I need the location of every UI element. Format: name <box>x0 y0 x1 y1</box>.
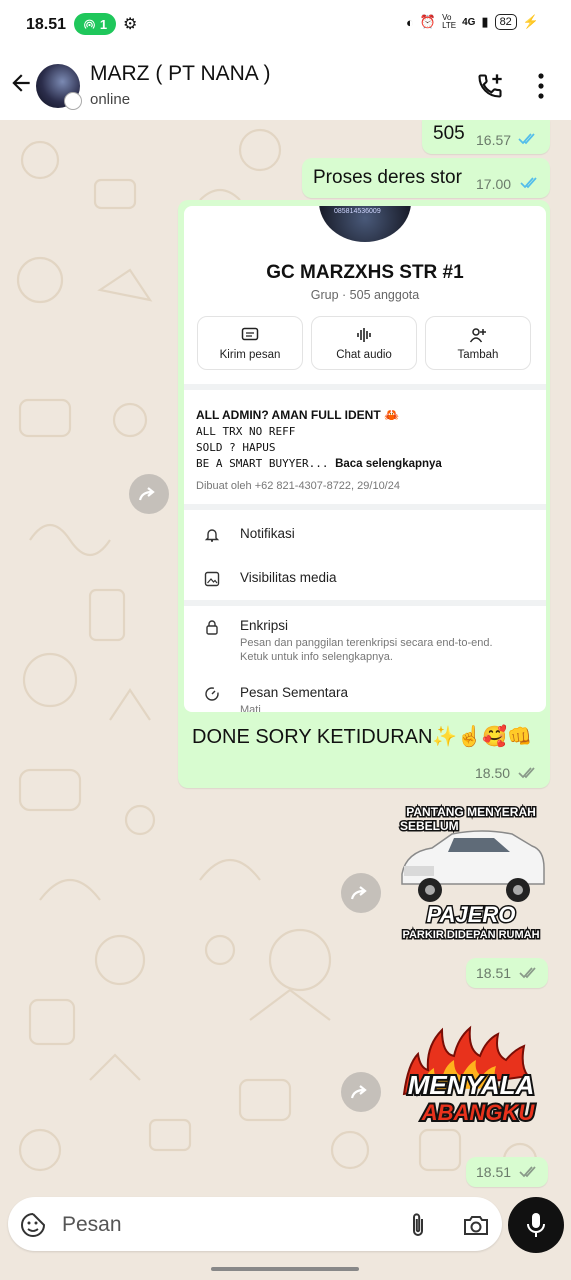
sticker-image: PANTANG MENYERAH SEBELUM PAJERO PARKIR D… <box>399 804 545 943</box>
encryption-subtext: Ketuk untuk info selengkapnya. <box>240 651 393 663</box>
disappearing-subtext: Mati <box>240 704 261 712</box>
alarm-icon: ⏰ <box>419 14 437 29</box>
sticker-menyala[interactable]: MENYALA ABANGKU <box>394 1024 548 1136</box>
double-tick-icon <box>520 177 537 189</box>
message-time: 17.00 <box>476 176 512 192</box>
mic-icon <box>527 1213 545 1237</box>
double-tick-icon <box>519 967 536 979</box>
sticker-text: MENYALA <box>408 1070 535 1100</box>
message-text: 505 <box>433 123 465 144</box>
message-time: 18.51 <box>476 965 512 981</box>
action-label: Tambah <box>457 349 499 361</box>
hotspot-icon <box>84 19 95 29</box>
audio-chat-action[interactable]: Chat audio <box>311 316 417 370</box>
message-time-pill: 18.51 <box>466 1157 548 1187</box>
settings-gear-icon: ⚙ <box>123 16 138 33</box>
message-input-bar <box>8 1197 502 1251</box>
group-subtitle: Grup · 505 anggota <box>310 288 420 302</box>
charging-icon: ⚡ <box>522 14 539 29</box>
description-line: SOLD ? HAPUS <box>196 441 276 454</box>
read-more-link[interactable]: Baca selengkapnya <box>335 458 442 470</box>
double-tick-icon <box>518 767 535 779</box>
forward-icon <box>350 1085 367 1099</box>
forward-button[interactable] <box>129 474 169 514</box>
double-tick-icon <box>518 133 535 145</box>
created-by: Dibuat oleh +62 821-4307-8722, 29/10/24 <box>196 480 400 492</box>
status-right: ◐ ⏰ Vo LTE 4G ▮ 82 ⚡ <box>406 14 539 30</box>
double-tick-icon <box>519 1166 536 1178</box>
message-icon <box>241 327 259 341</box>
network-label: 4G <box>462 16 476 28</box>
add-person-icon <box>469 328 486 343</box>
forward-button[interactable] <box>341 873 381 913</box>
sticker-pajero[interactable]: PANTANG MENYERAH SEBELUM PAJERO PARKIR D… <box>394 804 548 943</box>
encryption-subtext: Pesan dan panggilan terenkripsi secara e… <box>240 637 493 649</box>
sticker-text: ABANGKU <box>421 1100 536 1125</box>
action-label: Chat audio <box>336 349 392 361</box>
contact-status: online <box>90 91 131 108</box>
forward-icon <box>138 487 155 501</box>
sticker-text: SEBELUM <box>400 819 459 833</box>
message-text: DONE SORY KETIDURAN✨☝️🥰👊 <box>192 726 533 748</box>
sticker-image: MENYALA ABANGKU <box>402 1025 537 1127</box>
sticker-brand: PAJERO <box>427 902 516 927</box>
add-member-action[interactable]: Tambah <box>425 316 531 370</box>
hotspot-count: 1 <box>99 16 108 32</box>
signal-icon: ▮ <box>481 14 489 29</box>
message-time-pill: 18.51 <box>466 958 548 988</box>
chat-area[interactable]: 505 16.57 Proses deres stor 17.00 085814… <box>0 120 571 1196</box>
description-line: ALL TRX NO REFF <box>196 425 296 438</box>
more-vert-icon[interactable] <box>534 72 548 100</box>
message-time: 18.51 <box>476 1164 512 1180</box>
media-visibility-row[interactable]: Visibilitas media <box>240 570 337 585</box>
divider <box>184 600 546 606</box>
sticker-icon[interactable] <box>20 1212 46 1238</box>
send-message-action[interactable]: Kirim pesan <box>197 316 303 370</box>
lock-icon <box>206 620 218 635</box>
chat-header: MARZ ( PT NANA ) online <box>0 48 571 120</box>
image-icon <box>204 571 220 587</box>
message-time: 16.57 <box>476 132 512 148</box>
gesture-nav-handle[interactable] <box>211 1267 359 1271</box>
contact-name[interactable]: MARZ ( PT NANA ) <box>90 62 270 86</box>
divider <box>184 384 546 390</box>
message-text: Proses deres stor <box>313 167 462 188</box>
sticker-text: PARKIR DIDEPAN RUMAH <box>402 929 539 940</box>
battery-level: 82 <box>494 14 517 30</box>
bell-icon <box>204 529 220 542</box>
forward-button[interactable] <box>341 1072 381 1112</box>
action-label: Kirim pesan <box>219 349 281 361</box>
message-input[interactable] <box>60 1205 394 1245</box>
attach-icon[interactable] <box>406 1211 430 1239</box>
status-time: 18.51 <box>26 16 67 33</box>
group-photo-text: 085814536009 <box>334 208 381 215</box>
description-line: BE A SMART BUYYER... Baca selengkapnya <box>196 457 442 470</box>
timer-icon <box>205 687 219 701</box>
encryption-row[interactable]: Enkripsi <box>240 618 288 633</box>
add-call-icon[interactable] <box>476 72 504 100</box>
hotspot-pill: 1 <box>74 13 116 35</box>
divider <box>184 504 546 510</box>
message-bubble[interactable]: Proses deres stor 17.00 <box>302 158 550 198</box>
message-bubble[interactable]: 505 16.57 <box>422 120 550 154</box>
back-arrow-icon[interactable] <box>8 70 34 96</box>
message-time: 18.50 <box>475 765 511 781</box>
description-title: ALL ADMIN? AMAN FULL IDENT 🦀 <box>196 408 399 422</box>
forward-icon <box>350 886 367 900</box>
dnd-moon-icon: ◐ <box>406 14 414 30</box>
avatar-status-badge <box>64 92 82 110</box>
mic-button[interactable] <box>508 1197 564 1253</box>
group-title: GC MARZXHS STR #1 <box>266 262 464 283</box>
group-info-card[interactable]: 085814536009 GC MARZXHS STR #1 Grup · 50… <box>184 206 546 712</box>
sticker-text: PANTANG MENYERAH <box>406 805 536 819</box>
volte-label: Vo LTE <box>442 13 457 30</box>
notifications-row[interactable]: Notifikasi <box>240 526 295 541</box>
disappearing-row[interactable]: Pesan Sementara <box>240 685 348 700</box>
audio-wave-icon <box>357 328 371 342</box>
status-bar: 18.51 1 ⚙ ◐ ⏰ Vo LTE 4G ▮ 82 ⚡ <box>0 0 571 48</box>
camera-icon[interactable] <box>462 1213 490 1237</box>
